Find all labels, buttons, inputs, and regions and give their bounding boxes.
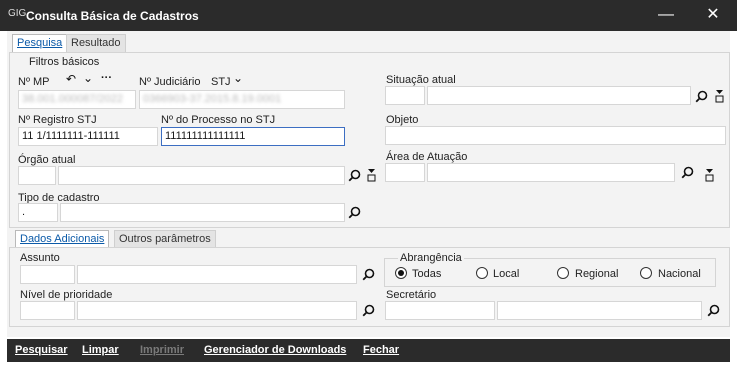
imprimir-button: Imprimir: [140, 344, 185, 356]
situacao-filter-icon[interactable]: [715, 89, 724, 106]
situacao-desc-input[interactable]: [427, 86, 691, 105]
registro-input[interactable]: 11 1/1111111-111111: [18, 127, 158, 146]
radio-regional-label[interactable]: Regional: [575, 268, 618, 280]
nivel-label: Nível de prioridade: [20, 289, 113, 301]
radio-nacional-label[interactable]: Nacional: [658, 268, 701, 280]
secretario-label: Secretário: [386, 289, 437, 301]
radio-todas-label[interactable]: Todas: [412, 268, 441, 280]
objeto-label: Objeto: [386, 114, 419, 126]
assunto-label: Assunto: [20, 252, 60, 264]
radio-local[interactable]: [476, 267, 488, 279]
tipo-code-input[interactable]: .: [18, 203, 58, 222]
secretario-desc-input[interactable]: [497, 301, 702, 320]
nivel-search-icon[interactable]: [362, 304, 375, 320]
situacao-code-input[interactable]: [385, 86, 425, 105]
area-label: Área de Atuação: [386, 151, 468, 163]
situacao-label: Situação atual: [386, 74, 456, 86]
area-search-icon[interactable]: [681, 166, 694, 182]
tipo-search-icon[interactable]: [348, 206, 361, 222]
radio-nacional[interactable]: [640, 267, 652, 279]
situacao-search-icon[interactable]: [695, 90, 708, 106]
assunto-desc-input[interactable]: [77, 265, 357, 284]
window-title: Consulta Básica de Cadastros: [26, 9, 199, 23]
pesquisar-button[interactable]: Pesquisar: [15, 344, 68, 356]
chevron-down-icon[interactable]: ⌄: [83, 71, 93, 85]
gerenciador-downloads-button[interactable]: Gerenciador de Downloads: [204, 344, 346, 356]
orgao-search-icon[interactable]: [348, 169, 361, 185]
area-desc-input[interactable]: [427, 163, 675, 182]
secretario-code-input[interactable]: [385, 301, 495, 320]
orgao-code-input[interactable]: [18, 166, 56, 185]
assunto-search-icon[interactable]: [362, 268, 375, 284]
tab-outros-parametros[interactable]: Outros parâmetros: [114, 230, 216, 248]
radio-local-label[interactable]: Local: [493, 268, 519, 280]
limpar-button[interactable]: Limpar: [82, 344, 119, 356]
area-filter-icon[interactable]: [705, 168, 714, 185]
title-bar: GIG Consulta Básica de Cadastros — ✕: [0, 0, 737, 31]
nmp-label: Nº MP: [18, 76, 50, 88]
minimize-button[interactable]: —: [654, 5, 678, 25]
judiciario-input[interactable]: 0366903-37.2015.8.19.0001: [139, 90, 345, 109]
processo-input[interactable]: 111111111111111: [161, 127, 345, 146]
nmp-input[interactable]: 38.001.000087/2022: [18, 90, 136, 109]
nivel-code-input[interactable]: [20, 301, 75, 320]
fechar-button[interactable]: Fechar: [363, 344, 399, 356]
stj-chevron-icon[interactable]: ⌄: [233, 71, 243, 85]
registro-label: Nº Registro STJ: [18, 114, 97, 126]
assunto-code-input[interactable]: [20, 265, 75, 284]
more-icon[interactable]: ···: [101, 71, 112, 85]
radio-regional[interactable]: [557, 267, 569, 279]
tab-resultado[interactable]: Resultado: [66, 34, 126, 52]
orgao-desc-input[interactable]: [58, 166, 345, 185]
nivel-desc-input[interactable]: [77, 301, 357, 320]
processo-label: Nº do Processo no STJ: [161, 114, 276, 126]
action-bar: Pesquisar Limpar Imprimir Gerenciador de…: [7, 339, 730, 362]
judiciario-label: Nº Judiciário: [139, 76, 201, 88]
area-code-input[interactable]: [385, 163, 425, 182]
filtros-group-label: Filtros básicos: [29, 56, 100, 68]
tab-pesquisa[interactable]: Pesquisa: [12, 34, 68, 52]
orgao-filter-icon[interactable]: [367, 168, 376, 185]
app-icon: GIG: [8, 8, 27, 19]
radio-todas[interactable]: [395, 267, 407, 279]
orgao-label: Órgão atual: [18, 154, 76, 166]
objeto-input[interactable]: [385, 126, 726, 145]
undo-icon[interactable]: ↶: [66, 72, 76, 86]
stj-selector[interactable]: STJ: [211, 76, 231, 88]
tab-dados-adicionais[interactable]: Dados Adicionais: [15, 230, 110, 248]
abrangencia-label: Abrangência: [398, 252, 464, 264]
secretario-search-icon[interactable]: [707, 304, 720, 320]
tipo-desc-input[interactable]: [60, 203, 345, 222]
close-button[interactable]: ✕: [701, 5, 725, 25]
